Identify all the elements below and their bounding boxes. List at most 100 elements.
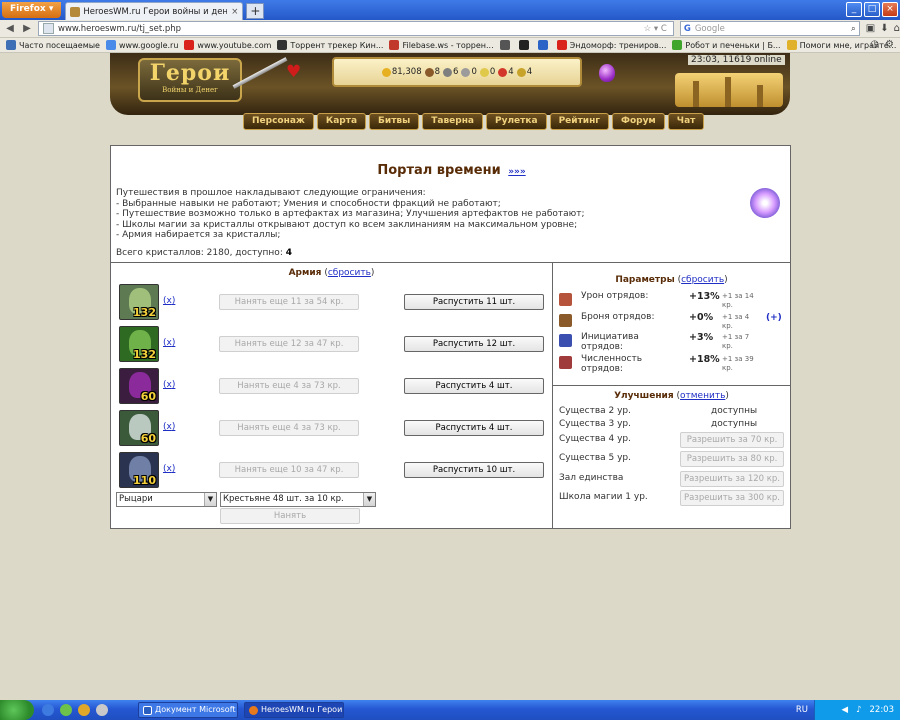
menu-item[interactable]: Рулетка: [486, 113, 547, 130]
search-icon[interactable]: ⌕: [851, 24, 856, 34]
site-identity-icon[interactable]: [43, 23, 54, 34]
menu-item[interactable]: Карта: [316, 113, 367, 130]
chevron-down-icon[interactable]: ▼: [204, 493, 216, 506]
new-tab-button[interactable]: +: [246, 3, 265, 19]
params-reset-link[interactable]: сбросить: [681, 275, 724, 285]
bookmark-item[interactable]: Робот и печеньки | Б...: [672, 40, 781, 50]
army-unit-row: 110 (x) Нанять еще 10 за 47 кр. Распустить …: [119, 452, 549, 490]
chrome-icon[interactable]: [78, 704, 90, 716]
army-reset-link[interactable]: сбросить: [328, 268, 371, 278]
menu-item[interactable]: Персонаж: [243, 113, 314, 130]
param-cost: +1 за 4 кр.: [722, 313, 750, 330]
hire-more-button[interactable]: Нанять еще 11 за 54 кр.: [219, 294, 359, 310]
firefox-icon: [249, 705, 258, 715]
start-button[interactable]: [0, 700, 34, 720]
forward-arrow-icon[interactable]: ▶: [20, 22, 34, 36]
hire-more-button[interactable]: Нанять еще 4 за 73 кр.: [219, 420, 359, 436]
download-icon[interactable]: ⬇: [880, 23, 888, 34]
upgrade-name: Существа 2 ур.: [559, 406, 631, 416]
unlock-button[interactable]: Разрешить за 300 кр.: [680, 490, 784, 506]
remove-unit-link[interactable]: (x): [163, 380, 175, 390]
upgrades-cancel-link[interactable]: отменить: [680, 391, 725, 401]
hire-button[interactable]: Нанять: [220, 508, 360, 524]
param-increase-button[interactable]: (+): [766, 313, 782, 323]
menu-item[interactable]: Таверна: [422, 113, 483, 130]
disband-button[interactable]: Распустить 12 шт.: [404, 336, 544, 352]
creature-portrait[interactable]: 132: [119, 284, 159, 320]
remove-unit-link[interactable]: (x): [163, 338, 175, 348]
resource-item: 4: [516, 67, 532, 77]
menu-item[interactable]: Рейтинг: [549, 113, 610, 130]
browser-tab-active[interactable]: HeroesWM.ru Герои войны и денег. Онла...…: [65, 2, 244, 20]
bookmark-item[interactable]: Торрент трекер Кин...: [277, 40, 383, 50]
bookmark-favicon-icon: [786, 40, 797, 50]
app-icon[interactable]: [96, 704, 108, 716]
hire-more-button[interactable]: Нанять еще 10 за 47 кр.: [219, 462, 359, 478]
disband-button[interactable]: Распустить 4 шт.: [404, 378, 544, 394]
bookmark-item[interactable]: Эндоморф: трениров...: [556, 40, 666, 50]
menu-item[interactable]: Форум: [612, 113, 665, 130]
disband-button[interactable]: Распустить 4 шт.: [404, 420, 544, 436]
creature-portrait[interactable]: 132: [119, 326, 159, 362]
remove-unit-link[interactable]: (x): [163, 422, 175, 432]
health-heart-icon[interactable]: ♥: [286, 62, 301, 82]
unlock-button[interactable]: Разрешить за 120 кр.: [680, 471, 784, 487]
menu-item[interactable]: Чат: [667, 113, 705, 130]
portal-info-link[interactable]: »»»: [508, 167, 525, 177]
hire-more-button[interactable]: Нанять еще 4 за 73 кр.: [219, 378, 359, 394]
bookmark-item[interactable]: Filebase.ws - торрен...: [389, 40, 494, 50]
minimize-icon[interactable]: _: [846, 2, 862, 17]
chevron-down-icon[interactable]: ▼: [363, 493, 375, 506]
maximize-icon[interactable]: □: [864, 2, 880, 17]
bookmark-item[interactable]: [499, 40, 513, 50]
clock[interactable]: 22:03: [870, 705, 895, 715]
disband-button[interactable]: Распустить 11 шт.: [404, 294, 544, 310]
home-icon[interactable]: ⌂: [894, 23, 900, 34]
language-indicator[interactable]: RU: [796, 705, 808, 715]
toolbar-icons: ▣ ⬇ ⌂: [866, 23, 900, 34]
search-bar[interactable]: G Google ⌕: [679, 21, 860, 36]
remove-label: x: [166, 296, 172, 306]
remove-unit-link[interactable]: (x): [163, 464, 175, 474]
bookmark-item[interactable]: [518, 40, 532, 50]
bookmark-item[interactable]: [537, 40, 551, 50]
creature-portrait[interactable]: 60: [119, 410, 159, 446]
history-icon[interactable]: ◷: [870, 39, 879, 50]
remove-label: x: [166, 380, 172, 390]
tray-arrow-icon[interactable]: ◀: [842, 705, 849, 715]
mana-potion-icon[interactable]: [599, 64, 615, 82]
param-value: +3%: [689, 332, 714, 343]
back-arrow-icon[interactable]: ◀: [3, 22, 17, 36]
hire-more-button[interactable]: Нанять еще 12 за 47 кр.: [219, 336, 359, 352]
bookmark-item[interactable]: Часто посещаемые: [6, 40, 100, 50]
xp-icon[interactable]: [60, 704, 72, 716]
google-engine-icon[interactable]: G: [684, 24, 691, 34]
taskbar-item-word[interactable]: Документ Microsoft ...: [138, 702, 238, 718]
creature-select[interactable]: Крестьяне 48 шт. за 10 кр. ▼: [220, 492, 376, 507]
menu-item[interactable]: Битвы: [369, 113, 420, 130]
faction-select[interactable]: Рыцари ▼: [116, 492, 217, 507]
remove-unit-link[interactable]: (x): [163, 296, 175, 306]
firefox-menu-button[interactable]: Firefox ▾: [2, 2, 62, 18]
bookmark-favicon-icon: [672, 40, 683, 50]
creature-portrait[interactable]: 60: [119, 368, 159, 404]
url-bar[interactable]: www.heroeswm.ru/tj_set.php ☆ ▾ C: [38, 21, 674, 36]
addon-icon[interactable]: ▣: [866, 23, 875, 34]
creature-portrait[interactable]: 110: [119, 452, 159, 488]
bookmark-item[interactable]: www.youtube.com: [184, 40, 271, 50]
search-input[interactable]: Google: [695, 24, 851, 34]
game-logo[interactable]: Герои Войны и Денег: [138, 58, 242, 102]
unlock-button[interactable]: Разрешить за 70 кр.: [680, 432, 784, 448]
bookmark-item[interactable]: www.google.ru: [105, 40, 178, 50]
unlock-button[interactable]: Разрешить за 80 кр.: [680, 451, 784, 467]
settings-gear-icon[interactable]: ⚙: [885, 39, 894, 50]
bookmark-star-icon[interactable]: ☆ ▾ C: [644, 24, 667, 34]
url-text[interactable]: www.heroeswm.ru/tj_set.php: [58, 24, 644, 34]
volume-icon[interactable]: ♪: [856, 705, 861, 715]
taskbar-item-firefox[interactable]: HeroesWM.ru Герои ...: [244, 702, 344, 718]
close-window-icon[interactable]: ×: [882, 2, 898, 17]
ie-icon[interactable]: [42, 704, 54, 716]
param-row: Численность отрядов: +18% +1 за 39 кр.: [559, 354, 789, 374]
tab-close-icon[interactable]: ×: [231, 7, 238, 17]
disband-button[interactable]: Распустить 10 шт.: [404, 462, 544, 478]
